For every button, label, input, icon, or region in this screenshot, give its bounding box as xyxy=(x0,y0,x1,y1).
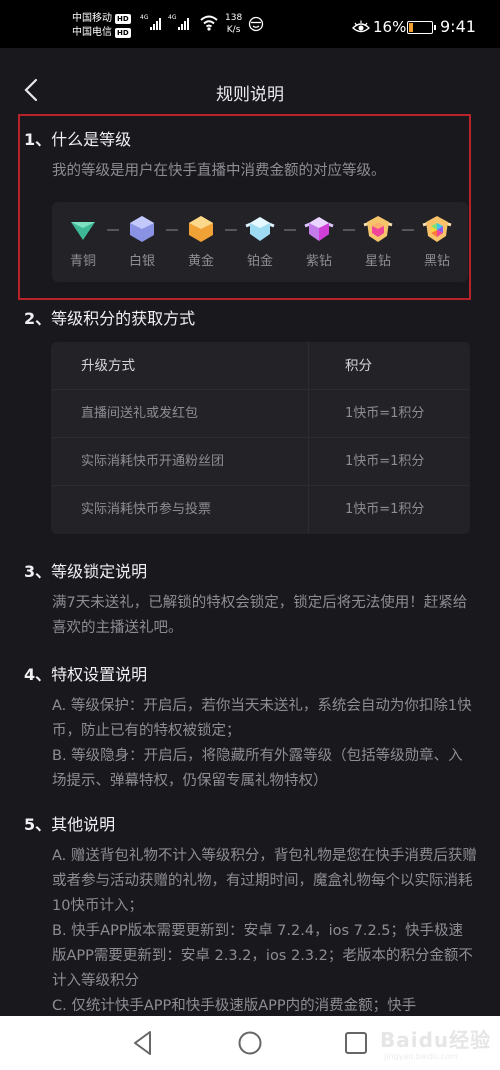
level-label: 青铜 xyxy=(69,254,96,269)
level-black-diamond: 黑钻 xyxy=(412,214,462,269)
section-5-text-b: B. 快手APP版本需要更新到：安卓 7.2.4，ios 7.2.5；快手极速版… xyxy=(52,923,473,989)
battery-percent: 16% xyxy=(373,18,407,36)
speed-unit: K/s xyxy=(226,25,241,35)
level-progression: 青铜 白银 黄金 铂金 紫钻 星钻 黑钻 xyxy=(52,202,468,282)
battery-fill xyxy=(409,23,413,32)
purple-diamond-icon xyxy=(304,217,334,241)
level-label: 铂金 xyxy=(246,254,273,269)
hd-badge: HD xyxy=(115,28,131,38)
table-row: 实际消耗快币参与投票 1快币=1积分 xyxy=(51,486,470,534)
table-cell: 实际消耗快币开通粉丝团 xyxy=(51,438,309,486)
table-header-points: 积分 xyxy=(345,358,372,374)
section-4-title: 4、特权设置说明 xyxy=(24,661,147,685)
section-4-text-b: B. 等级隐身：开启后，将隐藏所有外露等级（包括等级勋章、入场提示、弹幕特权，仍… xyxy=(52,748,463,789)
table-cell: 直播间送礼或发红包 xyxy=(51,390,309,438)
carrier-2: 中国电信 xyxy=(72,27,112,38)
star-diamond-icon xyxy=(363,216,393,242)
black-diamond-icon xyxy=(422,216,452,242)
level-purple-diamond: 紫钻 xyxy=(294,214,344,269)
section-number: 1、 xyxy=(24,130,52,149)
level-label: 紫钻 xyxy=(305,254,332,269)
signal-icon: 4G xyxy=(168,14,190,30)
status-bar: 中国移动 HD 中国电信 HD 4G 4G 138 K/s 16% 9:41 xyxy=(0,0,500,48)
section-title-text: 等级锁定说明 xyxy=(51,562,148,581)
section-title-text: 特权设置说明 xyxy=(51,665,148,684)
section-number: 2、 xyxy=(24,309,52,328)
triangle-back-icon[interactable] xyxy=(130,1029,156,1057)
section-1-text: 我的等级是用户在快手直播中消费金额的对应等级。 xyxy=(52,163,386,179)
section-title-text: 其他说明 xyxy=(51,815,116,834)
square-recent-icon[interactable] xyxy=(343,1029,369,1057)
level-label: 星钻 xyxy=(364,254,391,269)
level-label: 黄金 xyxy=(187,254,214,269)
table-cell: 1快币=1积分 xyxy=(345,406,425,421)
level-platinum: 铂金 xyxy=(235,214,285,269)
section-4-text-a: A. 等级保护：开启后，若你当天未送礼，系统会自动为你扣除1快币，防止已有的特权… xyxy=(52,698,472,739)
wifi-icon xyxy=(200,15,218,31)
clock: 9:41 xyxy=(440,17,476,36)
system-nav-bar: Baidu经验 jingyan.baidu.com xyxy=(0,1016,500,1070)
speed-value: 138 xyxy=(225,13,243,23)
bronze-gem-icon xyxy=(71,222,95,240)
section-title-text: 等级积分的获取方式 xyxy=(51,309,196,328)
section-title-text: 什么是等级 xyxy=(51,130,132,149)
face-app-icon xyxy=(248,16,264,32)
points-table: 升级方式 积分 直播间送礼或发红包 1快币=1积分 实际消耗快币开通粉丝团 1快… xyxy=(51,342,470,534)
nav-header: 规则说明 xyxy=(0,48,500,112)
section-3-title: 3、等级锁定说明 xyxy=(24,558,147,582)
table-header-method: 升级方式 xyxy=(51,342,309,390)
table-cell: 1快币=1积分 xyxy=(345,502,425,517)
platinum-gem-icon xyxy=(245,217,275,241)
section-number: 5、 xyxy=(24,815,52,834)
carrier-1: 中国移动 xyxy=(72,13,112,24)
table-cell: 实际消耗快币参与投票 xyxy=(51,486,309,534)
section-number: 4、 xyxy=(24,665,52,684)
baidu-watermark: Baidu经验 xyxy=(380,1028,492,1052)
eye-comfort-icon xyxy=(352,20,370,33)
page-title: 规则说明 xyxy=(216,85,284,105)
section-1-title: 1、什么是等级 xyxy=(24,126,131,150)
battery-icon xyxy=(407,21,436,34)
level-gold: 黄金 xyxy=(176,214,226,269)
level-label: 白银 xyxy=(128,254,155,269)
baidu-watermark-url: jingyan.baidu.com xyxy=(384,1052,458,1061)
network-type: 4G xyxy=(140,14,149,21)
hd-badge: HD xyxy=(115,14,131,24)
level-bronze: 青铜 xyxy=(58,214,108,269)
section-5-text-a: A. 赠送背包礼物不计入等级积分，背包礼物是您在快手消费后获赠或者参与活动获赠的… xyxy=(52,848,477,914)
section-3-text: 满7天未送礼，已解锁的特权会锁定，锁定后将无法使用！赶紧给喜欢的主播送礼吧。 xyxy=(52,595,468,636)
network-type: 4G xyxy=(168,14,177,21)
table-header-row: 升级方式 积分 xyxy=(51,342,470,390)
section-2-title: 2、等级积分的获取方式 xyxy=(24,305,195,329)
table-row: 直播间送礼或发红包 1快币=1积分 xyxy=(51,390,470,438)
circle-home-icon[interactable] xyxy=(237,1029,263,1057)
signal-icon: 4G xyxy=(140,14,162,30)
table-cell: 1快币=1积分 xyxy=(345,454,425,469)
silver-gem-icon xyxy=(130,216,154,242)
section-5-title: 5、其他说明 xyxy=(24,811,115,835)
level-silver: 白银 xyxy=(117,214,167,269)
gold-gem-icon xyxy=(189,216,213,242)
section-number: 3、 xyxy=(24,562,52,581)
level-star-diamond: 星钻 xyxy=(353,214,403,269)
carrier-info: 中国移动 HD 中国电信 HD xyxy=(72,12,131,40)
level-label: 黑钻 xyxy=(423,254,450,269)
network-speed: 138 K/s xyxy=(225,12,242,36)
table-row: 实际消耗快币开通粉丝团 1快币=1积分 xyxy=(51,438,470,486)
